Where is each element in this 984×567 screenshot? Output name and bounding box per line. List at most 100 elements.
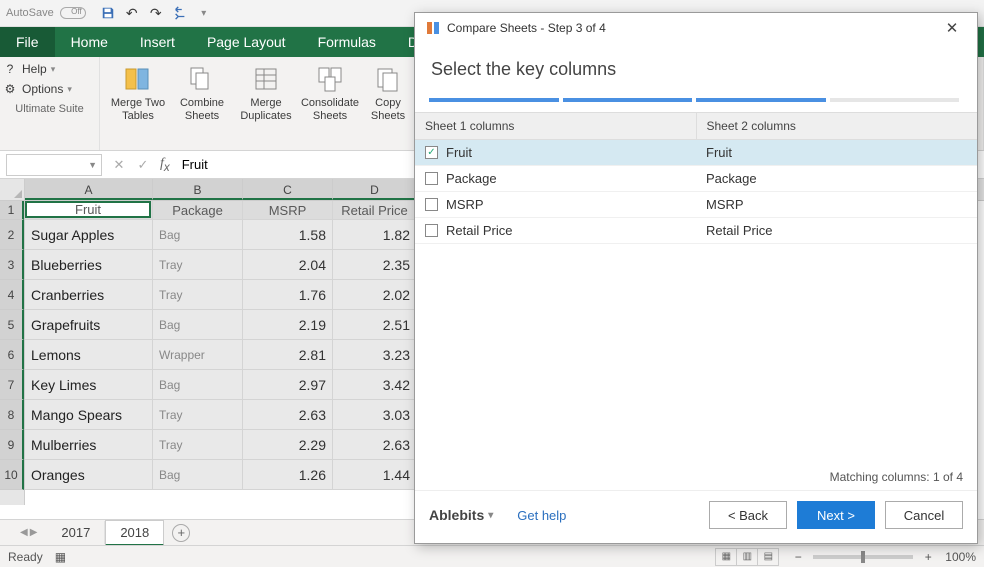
sheet-nav-next-icon[interactable]: ▶ <box>30 527 38 538</box>
ribbon-tab-page-layout[interactable]: Page Layout <box>191 27 302 57</box>
fx-icon[interactable]: fx <box>160 156 170 174</box>
row-header[interactable]: 10 <box>0 460 24 490</box>
ribbon-tab-file[interactable]: File <box>0 27 55 57</box>
data-cell[interactable]: 3.03 <box>333 400 417 430</box>
data-cell[interactable]: 2.19 <box>243 310 333 340</box>
data-cell[interactable]: Cranberries <box>25 280 153 310</box>
key-column-row[interactable]: Retail PriceRetail Price <box>415 218 977 244</box>
sheet-tab-2017[interactable]: 2017 <box>47 521 105 544</box>
data-cell[interactable]: Mulberries <box>25 430 153 460</box>
data-cell[interactable]: Bag <box>153 310 243 340</box>
copy-sheets-button[interactable]: Copy Sheets <box>362 61 414 124</box>
key-column-row[interactable]: PackagePackage <box>415 166 977 192</box>
data-cell[interactable]: Bag <box>153 460 243 490</box>
data-cell[interactable]: Tray <box>153 430 243 460</box>
data-cell[interactable]: Sugar Apples <box>25 220 153 250</box>
data-cell[interactable]: Tray <box>153 250 243 280</box>
get-help-link[interactable]: Get help <box>517 508 566 523</box>
view-normal-icon[interactable]: ▦ <box>715 548 737 566</box>
data-cell[interactable]: 2.51 <box>333 310 417 340</box>
row-header[interactable]: 1 <box>0 201 24 220</box>
merge-two-tables-button[interactable]: Merge Two Tables <box>106 61 170 124</box>
data-cell[interactable]: Grapefruits <box>25 310 153 340</box>
data-cell[interactable]: 1.82 <box>333 220 417 250</box>
data-cell[interactable]: Tray <box>153 400 243 430</box>
checkbox[interactable] <box>425 224 438 237</box>
data-cell[interactable]: 2.04 <box>243 250 333 280</box>
data-cell[interactable]: Tray <box>153 280 243 310</box>
data-cell[interactable]: 2.63 <box>243 400 333 430</box>
view-page-layout-icon[interactable]: ▥ <box>736 548 758 566</box>
key-column-row[interactable]: ✓FruitFruit <box>415 140 977 166</box>
col-header-a[interactable]: A <box>25 179 153 200</box>
data-cell[interactable]: 2.63 <box>333 430 417 460</box>
enter-formula-icon[interactable]: ✓ <box>134 157 152 173</box>
data-cell[interactable]: 2.02 <box>333 280 417 310</box>
data-cell[interactable]: 1.44 <box>333 460 417 490</box>
merge-duplicates-button[interactable]: Merge Duplicates <box>234 61 298 124</box>
help-button[interactable]: ?Help▾ <box>2 61 97 77</box>
row-header[interactable]: 7 <box>0 370 24 400</box>
zoom-level[interactable]: 100% <box>945 550 976 564</box>
view-page-break-icon[interactable]: ▤ <box>757 548 779 566</box>
data-cell[interactable]: Bag <box>153 370 243 400</box>
data-cell[interactable]: Wrapper <box>153 340 243 370</box>
data-cell[interactable]: 1.58 <box>243 220 333 250</box>
row-header[interactable]: 5 <box>0 310 24 340</box>
data-cell[interactable]: 1.76 <box>243 280 333 310</box>
save-icon[interactable] <box>96 1 120 25</box>
select-all-corner[interactable] <box>0 179 25 201</box>
next-button[interactable]: Next > <box>797 501 875 529</box>
key-column-row[interactable]: MSRPMSRP <box>415 192 977 218</box>
zoom-in-button[interactable]: + <box>921 550 935 564</box>
col-header-c[interactable]: C <box>243 179 333 200</box>
qat-customize-icon[interactable]: ▾ <box>192 1 216 25</box>
add-sheet-button[interactable]: + <box>172 524 190 542</box>
data-cell[interactable]: 3.42 <box>333 370 417 400</box>
header-cell[interactable]: Package <box>153 201 243 220</box>
data-cell[interactable]: Mango Spears <box>25 400 153 430</box>
data-cell[interactable]: Bag <box>153 220 243 250</box>
row-header[interactable]: 4 <box>0 280 24 310</box>
data-cell[interactable]: 2.81 <box>243 340 333 370</box>
data-cell[interactable]: Lemons <box>25 340 153 370</box>
data-cell[interactable]: Key Limes <box>25 370 153 400</box>
cancel-formula-icon[interactable]: ✕ <box>110 157 128 173</box>
consolidate-sheets-button[interactable]: Consolidate Sheets <box>298 61 362 124</box>
col-header-b[interactable]: B <box>153 179 243 200</box>
combine-sheets-button[interactable]: Combine Sheets <box>170 61 234 124</box>
zoom-slider[interactable] <box>813 555 913 559</box>
data-cell[interactable]: 3.23 <box>333 340 417 370</box>
checkbox[interactable] <box>425 172 438 185</box>
redo-icon[interactable]: ↷ <box>144 1 168 25</box>
autosave-toggle[interactable] <box>60 7 86 19</box>
header-cell[interactable]: Fruit <box>25 201 153 220</box>
checkbox[interactable]: ✓ <box>425 146 438 159</box>
back-button[interactable]: < Back <box>709 501 787 529</box>
zoom-out-button[interactable]: − <box>791 550 805 564</box>
ablebits-brand[interactable]: Ablebits▾ <box>429 507 493 523</box>
col-header-d[interactable]: D <box>333 179 417 200</box>
data-cell[interactable]: 2.29 <box>243 430 333 460</box>
row-header[interactable]: 2 <box>0 220 24 250</box>
sheet-tab-2018[interactable]: 2018 <box>105 520 164 545</box>
checkbox[interactable] <box>425 198 438 211</box>
data-cell[interactable]: Blueberries <box>25 250 153 280</box>
data-cell[interactable]: Oranges <box>25 460 153 490</box>
macro-recorder-icon[interactable]: ▦ <box>55 550 66 564</box>
header-cell[interactable]: Retail Price <box>333 201 417 220</box>
data-cell[interactable]: 2.97 <box>243 370 333 400</box>
data-cell[interactable]: 1.26 <box>243 460 333 490</box>
header-cell[interactable]: MSRP <box>243 201 333 220</box>
ribbon-tab-home[interactable]: Home <box>55 27 124 57</box>
options-button[interactable]: ⚙Options▾ <box>2 81 97 97</box>
cancel-button[interactable]: Cancel <box>885 501 963 529</box>
sheet-nav-prev-icon[interactable]: ◀ <box>20 527 28 538</box>
undo-icon[interactable]: ↶ <box>120 1 144 25</box>
chevron-down-icon[interactable]: ▼ <box>88 160 97 170</box>
row-header[interactable]: 3 <box>0 250 24 280</box>
ribbon-tab-insert[interactable]: Insert <box>124 27 191 57</box>
row-header[interactable]: 9 <box>0 430 24 460</box>
row-header[interactable]: 6 <box>0 340 24 370</box>
close-icon[interactable]: ✕ <box>937 16 967 40</box>
